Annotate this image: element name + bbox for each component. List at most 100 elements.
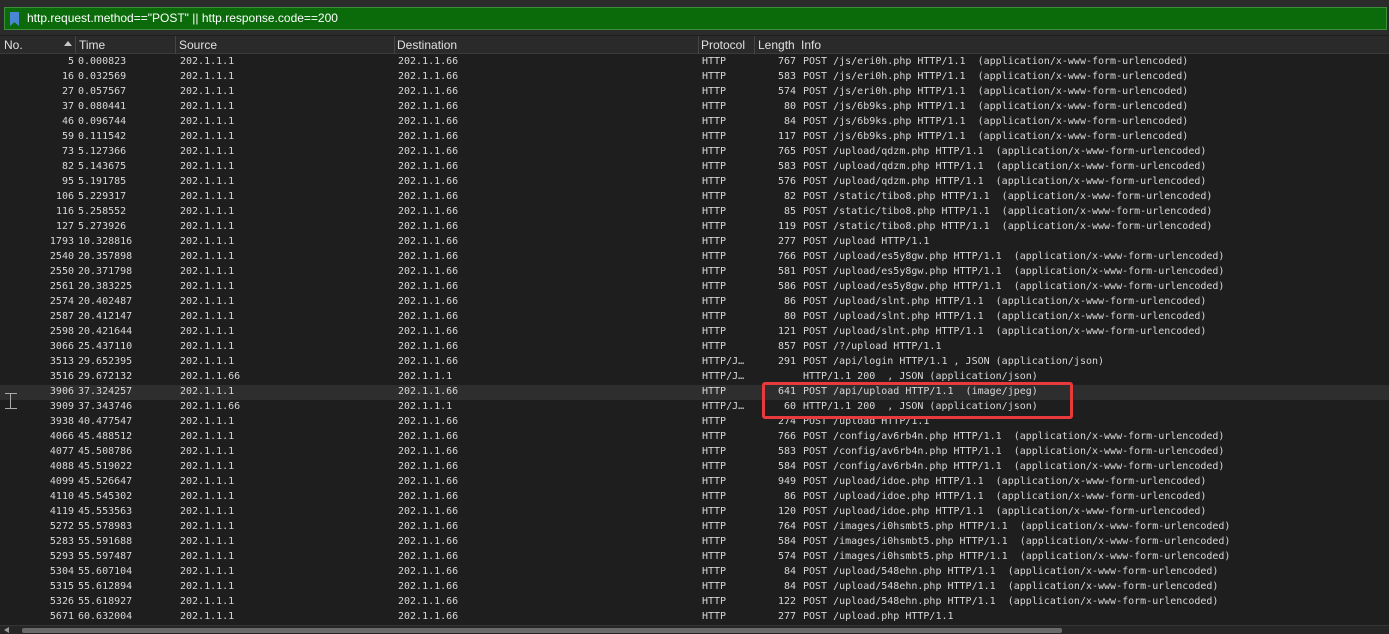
scrollbar-thumb[interactable] (22, 628, 1062, 633)
packet-destination: 202.1.1.66 (398, 131, 459, 142)
packet-source: 202.1.1.1 (180, 431, 235, 442)
column-header-source[interactable]: Source (179, 38, 217, 54)
column-header-info[interactable]: Info (801, 38, 821, 54)
packet-row[interactable]: 3066 25.437110 202.1.1.1 202.1.1.66 HTTP 857 P… (0, 340, 1389, 355)
column-header-protocol[interactable]: Protocol (701, 38, 745, 54)
packet-length: 584 (777, 461, 796, 472)
packet-row[interactable]: 4119 45.553563 202.1.1.1 202.1.1.66 HTTP 120 P… (0, 505, 1389, 520)
packet-row[interactable]: 5326 55.618927 202.1.1.1 202.1.1.66 HTTP 122 P… (0, 595, 1389, 610)
packet-number: 2587 (49, 311, 74, 322)
packet-info: POST /js/eri0h.php HTTP/1.1 (application… (803, 71, 1189, 82)
packet-time: 29.672132 (78, 371, 133, 382)
packet-row[interactable]: 2574 20.402487 202.1.1.1 202.1.1.66 HTTP 86 PO… (0, 295, 1389, 310)
packet-row[interactable]: 82 5.143675 202.1.1.1 202.1.1.66 HTTP 583 POST… (0, 160, 1389, 175)
packet-destination: 202.1.1.66 (398, 596, 459, 607)
packet-row[interactable]: 59 0.111542 202.1.1.1 202.1.1.66 HTTP 117 POST… (0, 130, 1389, 145)
packet-number: 73 (61, 146, 74, 157)
packet-number: 2550 (49, 266, 74, 277)
packet-row[interactable]: 106 5.229317 202.1.1.1 202.1.1.66 HTTP 82 POST… (0, 190, 1389, 205)
packet-row[interactable]: 73 5.127366 202.1.1.1 202.1.1.66 HTTP 765 POST… (0, 145, 1389, 160)
packet-list[interactable]: 5 0.000823 202.1.1.1 202.1.1.66 HTTP 767 POST … (0, 55, 1389, 625)
packet-row[interactable]: 16 0.032569 202.1.1.1 202.1.1.66 HTTP 583 POST… (0, 70, 1389, 85)
packet-length: 120 (777, 506, 796, 517)
packet-length: 84 (783, 116, 796, 127)
scroll-left-icon[interactable] (4, 627, 9, 633)
display-filter-text[interactable]: http.request.method=="POST" || http.resp… (27, 11, 338, 25)
packet-protocol: HTTP (702, 461, 727, 472)
packet-protocol: HTTP (702, 341, 727, 352)
packet-protocol: HTTP (702, 56, 727, 67)
packet-row[interactable]: 1793 10.328816 202.1.1.1 202.1.1.66 HTTP 277 P… (0, 235, 1389, 250)
packet-row[interactable]: 3516 29.672132 202.1.1.66 202.1.1.1 HTTP/J… H… (0, 370, 1389, 385)
packet-destination: 202.1.1.66 (398, 206, 459, 217)
packet-row[interactable]: 5 0.000823 202.1.1.1 202.1.1.66 HTTP 767 POST … (0, 55, 1389, 70)
packet-destination: 202.1.1.66 (398, 311, 459, 322)
packet-row[interactable]: 3513 29.652395 202.1.1.1 202.1.1.66 HTTP/J… 2… (0, 355, 1389, 370)
packet-row[interactable]: 46 0.096744 202.1.1.1 202.1.1.66 HTTP 84 POST … (0, 115, 1389, 130)
packet-row[interactable]: 2550 20.371798 202.1.1.1 202.1.1.66 HTTP 581 P… (0, 265, 1389, 280)
packet-time: 45.545302 (78, 491, 133, 502)
packet-row[interactable]: 2598 20.421644 202.1.1.1 202.1.1.66 HTTP 121 P… (0, 325, 1389, 340)
packet-source: 202.1.1.66 (180, 371, 241, 382)
packet-row[interactable]: 37 0.080441 202.1.1.1 202.1.1.66 HTTP 80 POST … (0, 100, 1389, 115)
packet-protocol: HTTP (702, 596, 727, 607)
packet-row[interactable]: 5283 55.591688 202.1.1.1 202.1.1.66 HTTP 584 P… (0, 535, 1389, 550)
packet-length: 583 (777, 446, 796, 457)
packet-time: 37.324257 (78, 386, 133, 397)
sort-ascending-icon[interactable] (64, 41, 72, 46)
packet-row[interactable]: 127 5.273926 202.1.1.1 202.1.1.66 HTTP 119 POS… (0, 220, 1389, 235)
column-header-no[interactable]: No. (4, 38, 23, 54)
bookmark-icon[interactable] (10, 12, 19, 26)
packet-row[interactable]: 116 5.258552 202.1.1.1 202.1.1.66 HTTP 85 POST… (0, 205, 1389, 220)
packet-row[interactable]: 5671 60.632004 202.1.1.1 202.1.1.66 HTTP 277 P… (0, 610, 1389, 625)
packet-row[interactable]: 3906 37.324257 202.1.1.1 202.1.1.66 HTTP 641 P… (0, 385, 1389, 401)
packet-time: 0.080441 (78, 101, 127, 112)
packet-length: 277 (777, 611, 796, 622)
column-header-length[interactable]: Length (758, 38, 795, 54)
packet-info: POST /js/6b9ks.php HTTP/1.1 (application… (803, 131, 1189, 142)
packet-row[interactable]: 4066 45.488512 202.1.1.1 202.1.1.66 HTTP 766 P… (0, 430, 1389, 445)
packet-row[interactable]: 4088 45.519022 202.1.1.1 202.1.1.66 HTTP 584 P… (0, 460, 1389, 475)
packet-row[interactable]: 5315 55.612894 202.1.1.1 202.1.1.66 HTTP 84 PO… (0, 580, 1389, 595)
packet-info: POST /config/av6rb4n.php HTTP/1.1 (appli… (803, 446, 1225, 457)
packet-protocol: HTTP (702, 101, 727, 112)
packet-row[interactable]: 3909 37.343746 202.1.1.66 202.1.1.1 HTTP/J… 6… (0, 400, 1389, 415)
packet-row[interactable]: 5293 55.597487 202.1.1.1 202.1.1.66 HTTP 574 P… (0, 550, 1389, 565)
column-header-time[interactable]: Time (79, 38, 105, 54)
packet-row[interactable]: 4077 45.508786 202.1.1.1 202.1.1.66 HTTP 583 P… (0, 445, 1389, 460)
packet-row[interactable]: 95 5.191785 202.1.1.1 202.1.1.66 HTTP 576 POST… (0, 175, 1389, 190)
packet-info: POST /js/6b9ks.php HTTP/1.1 (application… (803, 116, 1189, 127)
packet-row[interactable]: 4110 45.545302 202.1.1.1 202.1.1.66 HTTP 86 PO… (0, 490, 1389, 505)
packet-row[interactable]: 3938 40.477547 202.1.1.1 202.1.1.66 HTTP 274 P… (0, 415, 1389, 430)
packet-info: POST /images/i0hsmbt5.php HTTP/1.1 (appl… (803, 521, 1231, 532)
packet-row[interactable]: 2587 20.412147 202.1.1.1 202.1.1.66 HTTP 80 PO… (0, 310, 1389, 325)
packet-info: POST /upload/idoe.php HTTP/1.1 (applicat… (803, 476, 1207, 487)
packet-protocol: HTTP (702, 146, 727, 157)
horizontal-scrollbar[interactable] (0, 625, 1389, 634)
packet-protocol: HTTP (702, 191, 727, 202)
packet-number: 3909 (49, 401, 74, 412)
packet-row[interactable]: 5304 55.607104 202.1.1.1 202.1.1.66 HTTP 84 PO… (0, 565, 1389, 580)
packet-length: 119 (777, 221, 796, 232)
packet-protocol: HTTP (702, 446, 727, 457)
packet-protocol: HTTP (702, 311, 727, 322)
packet-row[interactable]: 5272 55.578983 202.1.1.1 202.1.1.66 HTTP 764 P… (0, 520, 1389, 535)
packet-time: 20.371798 (78, 266, 133, 277)
packet-row[interactable]: 2540 20.357898 202.1.1.1 202.1.1.66 HTTP 766 P… (0, 250, 1389, 265)
packet-destination: 202.1.1.66 (398, 446, 459, 457)
packet-destination: 202.1.1.66 (398, 191, 459, 202)
packet-length: 581 (777, 266, 796, 277)
display-filter-input[interactable]: http.request.method=="POST" || http.resp… (4, 7, 1387, 30)
packet-source: 202.1.1.1 (180, 551, 235, 562)
packet-row[interactable]: 27 0.057567 202.1.1.1 202.1.1.66 HTTP 574 POST… (0, 85, 1389, 100)
column-header-destination[interactable]: Destination (397, 38, 457, 54)
packet-protocol: HTTP (702, 221, 727, 232)
packet-row[interactable]: 2561 20.383225 202.1.1.1 202.1.1.66 HTTP 586 P… (0, 280, 1389, 295)
packet-list-header: No. Time Source Destination Protocol Len… (0, 36, 1389, 54)
packet-protocol: HTTP/J… (702, 371, 745, 382)
packet-time: 55.618927 (78, 596, 133, 607)
packet-row[interactable]: 4099 45.526647 202.1.1.1 202.1.1.66 HTTP 949 P… (0, 475, 1389, 490)
packet-protocol: HTTP (702, 476, 727, 487)
packet-time: 55.591688 (78, 536, 133, 547)
packet-destination: 202.1.1.66 (398, 521, 459, 532)
